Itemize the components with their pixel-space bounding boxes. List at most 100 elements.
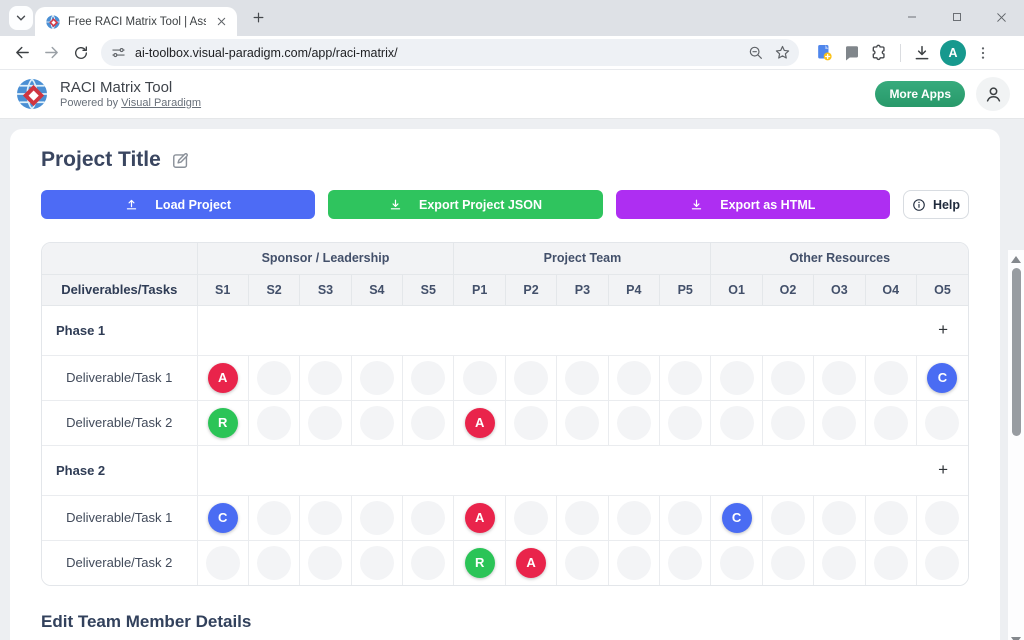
- raci-badge-A[interactable]: A: [208, 363, 238, 393]
- raci-empty-slot[interactable]: [771, 361, 805, 395]
- raci-empty-slot[interactable]: [463, 361, 497, 395]
- forward-button[interactable]: [37, 38, 66, 67]
- raci-cell-P2[interactable]: A: [505, 540, 556, 585]
- raci-cell-S1[interactable]: R: [197, 400, 248, 445]
- raci-empty-slot[interactable]: [720, 546, 754, 580]
- back-button[interactable]: [8, 38, 37, 67]
- raci-cell-P1[interactable]: [454, 355, 505, 400]
- raci-badge-R[interactable]: R: [208, 408, 238, 438]
- extension-docs-icon[interactable]: [815, 43, 834, 62]
- raci-cell-P1[interactable]: A: [454, 495, 505, 540]
- raci-empty-slot[interactable]: [874, 361, 908, 395]
- browser-tab[interactable]: Free RACI Matrix Tool | Assign R: [35, 7, 237, 36]
- window-maximize-button[interactable]: [934, 0, 979, 34]
- add-task-button[interactable]: +: [938, 321, 948, 338]
- raci-cell-O3[interactable]: [814, 400, 865, 445]
- export-html-button[interactable]: Export as HTML: [616, 190, 890, 219]
- raci-empty-slot[interactable]: [257, 546, 291, 580]
- raci-empty-slot[interactable]: [514, 406, 548, 440]
- raci-empty-slot[interactable]: [617, 546, 651, 580]
- raci-cell-S4[interactable]: [351, 355, 402, 400]
- raci-cell-S1[interactable]: C: [197, 495, 248, 540]
- raci-empty-slot[interactable]: [411, 406, 445, 440]
- raci-cell-O3[interactable]: [814, 355, 865, 400]
- new-tab-button[interactable]: [245, 4, 271, 30]
- page-scrollbar[interactable]: [1008, 250, 1024, 640]
- site-settings-icon[interactable]: [111, 45, 126, 60]
- raci-cell-S3[interactable]: [300, 400, 351, 445]
- raci-empty-slot[interactable]: [874, 406, 908, 440]
- reload-button[interactable]: [66, 38, 95, 67]
- raci-empty-slot[interactable]: [822, 361, 856, 395]
- raci-cell-O2[interactable]: [762, 540, 813, 585]
- raci-empty-slot[interactable]: [668, 361, 702, 395]
- raci-empty-slot[interactable]: [771, 406, 805, 440]
- raci-empty-slot[interactable]: [822, 501, 856, 535]
- tab-close-button[interactable]: [213, 14, 229, 30]
- raci-cell-O1[interactable]: [711, 400, 762, 445]
- raci-cell-S4[interactable]: [351, 540, 402, 585]
- help-button[interactable]: Help: [903, 190, 969, 219]
- raci-cell-P1[interactable]: A: [454, 400, 505, 445]
- raci-empty-slot[interactable]: [257, 406, 291, 440]
- export-json-button[interactable]: Export Project JSON: [328, 190, 602, 219]
- raci-empty-slot[interactable]: [308, 406, 342, 440]
- raci-cell-P2[interactable]: [505, 400, 556, 445]
- raci-empty-slot[interactable]: [668, 546, 702, 580]
- raci-empty-slot[interactable]: [720, 361, 754, 395]
- tab-search-button[interactable]: [9, 6, 33, 30]
- raci-empty-slot[interactable]: [308, 546, 342, 580]
- raci-empty-slot[interactable]: [514, 501, 548, 535]
- raci-cell-S2[interactable]: [248, 540, 299, 585]
- raci-cell-P3[interactable]: [557, 355, 608, 400]
- raci-cell-S3[interactable]: [300, 355, 351, 400]
- raci-empty-slot[interactable]: [617, 406, 651, 440]
- raci-empty-slot[interactable]: [565, 406, 599, 440]
- browser-profile-avatar[interactable]: A: [940, 40, 966, 66]
- raci-cell-P2[interactable]: [505, 355, 556, 400]
- scrollbar-thumb[interactable]: [1012, 268, 1021, 436]
- raci-cell-O3[interactable]: [814, 495, 865, 540]
- raci-empty-slot[interactable]: [514, 361, 548, 395]
- raci-empty-slot[interactable]: [617, 361, 651, 395]
- raci-cell-O5[interactable]: [916, 540, 968, 585]
- extension-bubble-icon[interactable]: [843, 44, 861, 62]
- raci-cell-O1[interactable]: C: [711, 495, 762, 540]
- raci-empty-slot[interactable]: [771, 546, 805, 580]
- raci-cell-O4[interactable]: [865, 495, 916, 540]
- raci-cell-P3[interactable]: [557, 495, 608, 540]
- raci-cell-O3[interactable]: [814, 540, 865, 585]
- raci-cell-S5[interactable]: [403, 355, 454, 400]
- raci-empty-slot[interactable]: [874, 546, 908, 580]
- zoom-out-button[interactable]: [743, 40, 769, 66]
- raci-empty-slot[interactable]: [925, 406, 959, 440]
- window-close-button[interactable]: [979, 0, 1024, 34]
- raci-cell-S4[interactable]: [351, 495, 402, 540]
- raci-empty-slot[interactable]: [822, 546, 856, 580]
- raci-cell-S3[interactable]: [300, 495, 351, 540]
- raci-empty-slot[interactable]: [720, 406, 754, 440]
- raci-badge-A[interactable]: A: [465, 503, 495, 533]
- raci-cell-P3[interactable]: [557, 400, 608, 445]
- raci-badge-C[interactable]: C: [722, 503, 752, 533]
- raci-empty-slot[interactable]: [411, 546, 445, 580]
- raci-cell-O4[interactable]: [865, 400, 916, 445]
- raci-cell-P2[interactable]: [505, 495, 556, 540]
- raci-cell-S1[interactable]: A: [197, 355, 248, 400]
- url-text[interactable]: ai-toolbox.visual-paradigm.com/app/raci-…: [135, 46, 743, 60]
- raci-empty-slot[interactable]: [668, 406, 702, 440]
- raci-badge-A[interactable]: A: [465, 408, 495, 438]
- raci-empty-slot[interactable]: [257, 361, 291, 395]
- raci-cell-S5[interactable]: [403, 400, 454, 445]
- raci-cell-P5[interactable]: [660, 355, 711, 400]
- more-apps-button[interactable]: More Apps: [875, 81, 965, 107]
- raci-cell-O5[interactable]: C: [916, 355, 968, 400]
- raci-cell-S5[interactable]: [403, 540, 454, 585]
- raci-empty-slot[interactable]: [360, 546, 394, 580]
- raci-badge-C[interactable]: C: [208, 503, 238, 533]
- raci-badge-R[interactable]: R: [465, 548, 495, 578]
- raci-cell-P4[interactable]: [608, 540, 659, 585]
- raci-cell-P5[interactable]: [660, 540, 711, 585]
- raci-empty-slot[interactable]: [257, 501, 291, 535]
- raci-badge-C[interactable]: C: [927, 363, 957, 393]
